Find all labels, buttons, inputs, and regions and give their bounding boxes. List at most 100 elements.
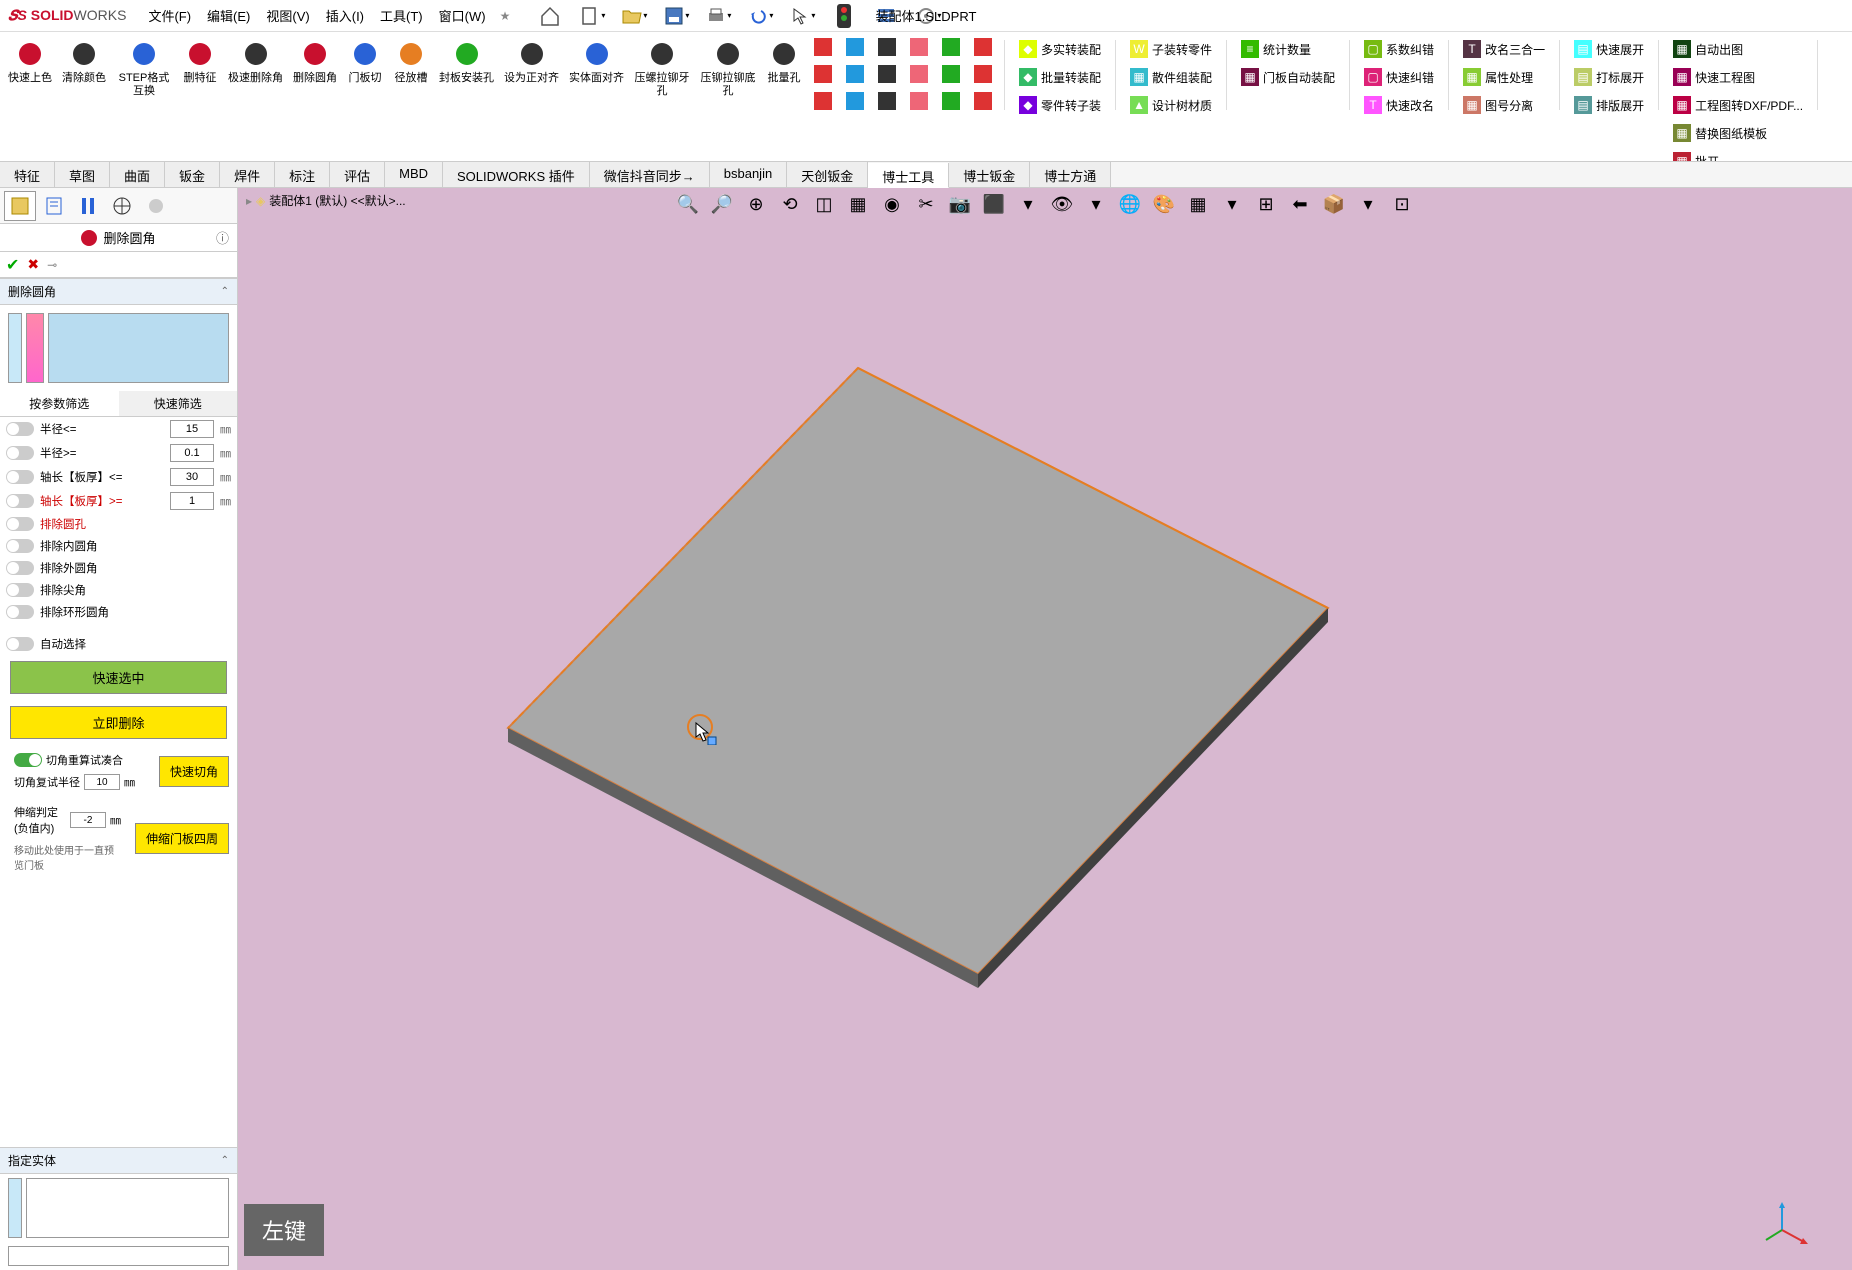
ribbon-极速删除角[interactable]: 极速删除角 [224,36,287,87]
body-list[interactable] [26,1178,229,1238]
toggle-排除外圆角[interactable] [6,561,34,575]
ribbon-small-icon[interactable] [812,90,834,115]
viewport[interactable]: ▸ ◈ 装配体1 (默认) <<默认>... 🔍🔎⊕⟲◫▦◉✂📷⬛▾👁▾🌐🎨▦▾… [238,188,1852,1270]
ribbon-small-icon[interactable] [940,63,962,88]
ribbon-small-icon[interactable] [940,36,962,61]
ribbon-压铆拉铆底孔[interactable]: 压铆拉铆底孔 [696,36,760,100]
ribbon-small-icon[interactable] [908,63,930,88]
ribbon-多实转装配[interactable]: ◆多实转装配 [1015,36,1105,62]
ribbon-small-icon[interactable] [812,36,834,61]
tab-焊件[interactable]: 焊件 [220,162,275,187]
body-select-icon[interactable] [8,1178,22,1238]
ribbon-small-icon[interactable] [844,63,866,88]
view-tool[interactable]: ▾ [1218,190,1246,218]
ribbon-删除圆角[interactable]: 删除圆角 [289,36,341,87]
tab-曲面[interactable]: 曲面 [110,162,165,187]
menu-文件(F)[interactable]: 文件(F) [142,2,197,29]
ribbon-自动出图[interactable]: ▦自动出图 [1669,36,1807,62]
star-icon[interactable]: ★ [500,9,511,23]
menu-插入(I)[interactable]: 插入(I) [320,2,370,29]
ribbon-设计树材质[interactable]: ▲设计树材质 [1126,92,1216,118]
view-tool[interactable]: 📦 [1320,190,1348,218]
breadcrumb[interactable]: ▸ ◈ 装配体1 (默认) <<默认>... [246,192,406,209]
view-tool[interactable]: ⊡ [1388,190,1416,218]
param-input-半径>=[interactable] [170,444,214,462]
param-input-轴长【板厚】>=[interactable] [170,492,214,510]
ribbon-small-icon[interactable] [876,36,898,61]
ribbon-子装转零件[interactable]: W子装转零件 [1126,36,1216,62]
view-tool[interactable]: 🔍 [674,190,702,218]
undo-button[interactable]: ▾ [744,2,776,30]
param-input-半径<=[interactable] [170,420,214,438]
traffic-icon[interactable] [828,2,860,30]
open-button[interactable]: ▾ [618,2,650,30]
ribbon-压螺拉铆牙孔[interactable]: 压螺拉铆牙孔 [630,36,694,100]
breadcrumb-expand-icon[interactable]: ▸ [246,194,252,208]
ribbon-改名三合一[interactable]: T改名三合一 [1459,36,1549,62]
feature-tree-tab[interactable] [4,191,36,221]
view-tool[interactable]: ◫ [810,190,838,218]
ribbon-small-icon[interactable] [812,63,834,88]
help-button[interactable]: ⓘ [216,228,229,247]
tab-博士方通[interactable]: 博士方通 [1030,162,1111,187]
view-tool[interactable]: 🎨 [1150,190,1178,218]
toggle-排除内圆角[interactable] [6,539,34,553]
ok-button[interactable]: ✔ [6,255,19,275]
model-plate[interactable] [238,188,1852,1270]
ribbon-清除颜色[interactable]: 清除颜色 [58,36,110,87]
view-tool[interactable]: 🔎 [708,190,736,218]
print-button[interactable]: ▾ [702,2,734,30]
ribbon-small-icon[interactable] [844,36,866,61]
quick-select-button[interactable]: 快速选中 [10,661,227,694]
tab-特征[interactable]: 特征 [0,162,55,187]
tab-微信抖音同步→[interactable]: 微信抖音同步→ [590,162,710,187]
pin-button[interactable]: ⊸ [47,258,57,272]
cancel-button[interactable]: ✖ [27,256,39,273]
body-input[interactable] [8,1246,229,1266]
ribbon-系数纠错[interactable]: ▢系数纠错 [1360,36,1438,62]
view-tool[interactable]: ▦ [844,190,872,218]
ribbon-快速工程图[interactable]: ▦快速工程图 [1669,64,1807,90]
ribbon-打标展开[interactable]: ▤打标展开 [1570,64,1648,90]
toggle-轴长【板厚】<=[interactable] [6,470,34,484]
view-tool[interactable]: ▾ [1014,190,1042,218]
toggle-轴长【板厚】>=[interactable] [6,494,34,508]
breadcrumb-text[interactable]: 装配体1 (默认) <<默认>... [269,192,405,209]
view-tool[interactable]: 👁 [1048,190,1076,218]
ribbon-封板安装孔[interactable]: 封板安装孔 [435,36,498,87]
ribbon-删特征[interactable]: 删特征 [178,36,222,87]
preview-face-icon[interactable] [8,313,22,383]
view-triad[interactable] [1762,1200,1812,1250]
ribbon-small-icon[interactable] [972,90,994,115]
tab-博士工具[interactable]: 博士工具 [868,163,949,188]
ribbon-批量转装配[interactable]: ◆批量转装配 [1015,64,1105,90]
ribbon-small-icon[interactable] [876,63,898,88]
ribbon-径放槽[interactable]: 径放槽 [389,36,433,87]
new-button[interactable]: ▾ [576,2,608,30]
select-button[interactable]: ▾ [786,2,818,30]
config-tab[interactable] [72,191,104,221]
ribbon-统计数量[interactable]: ≡统计数量 [1237,36,1339,62]
ribbon-批量孔[interactable]: 批量孔 [762,36,806,87]
tab-天创钣金[interactable]: 天创钣金 [787,162,868,187]
ribbon-STEP格式互换[interactable]: STEP格式互换 [112,36,176,100]
ribbon-门板切[interactable]: 门板切 [343,36,387,87]
ribbon-排版展开[interactable]: ▤排版展开 [1570,92,1648,118]
tab-SOLIDWORKS 插件[interactable]: SOLIDWORKS 插件 [443,162,590,187]
ribbon-散件组装配[interactable]: ▦散件组装配 [1126,64,1216,90]
tab-钣金[interactable]: 钣金 [165,162,220,187]
chamfer-radius-input[interactable] [84,774,120,790]
view-tool[interactable]: ⊞ [1252,190,1280,218]
tab-博士钣金[interactable]: 博士钣金 [949,162,1030,187]
ribbon-门板自动装配[interactable]: ▦门板自动装配 [1237,64,1339,90]
ribbon-批开[interactable]: ▦批开 [1669,148,1807,162]
menu-工具(T)[interactable]: 工具(T) [374,2,429,29]
toggle-半径<=[interactable] [6,422,34,436]
section-delete-fillet[interactable]: 删除圆角⌃ [0,278,237,305]
view-tool[interactable]: ⟲ [776,190,804,218]
toggle-排除尖角[interactable] [6,583,34,597]
tab-bsbanjin[interactable]: bsbanjin [710,162,787,187]
menu-编辑(E)[interactable]: 编辑(E) [201,2,256,29]
param-input-轴长【板厚】<=[interactable] [170,468,214,486]
dimxpert-tab[interactable] [106,191,138,221]
